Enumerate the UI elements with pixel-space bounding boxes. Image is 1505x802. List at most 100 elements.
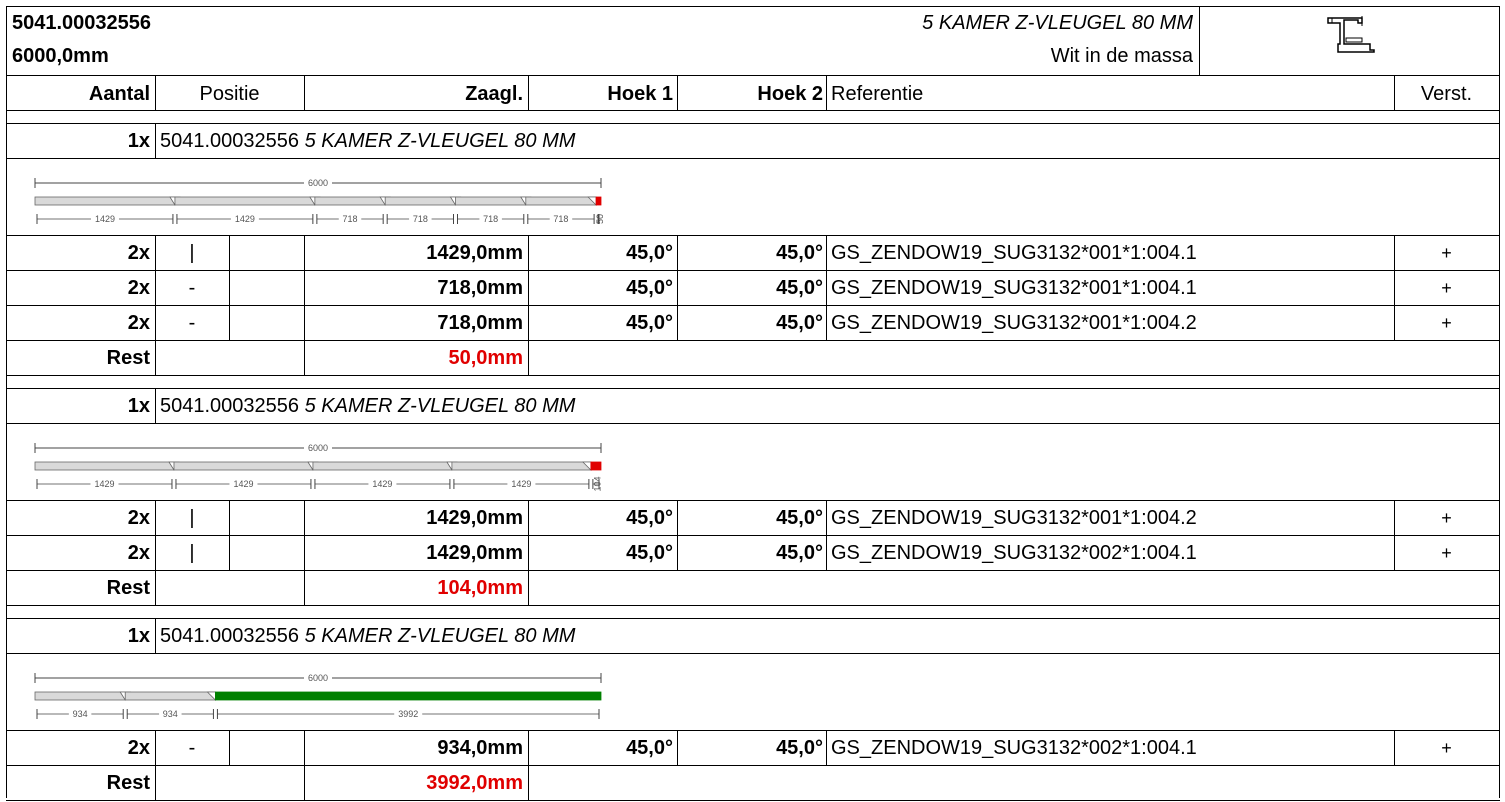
row-zaaglengte: 718,0mm [437,312,523,334]
row-referentie: GS_ZENDOW19_SUG3132*001*1:004.1 [831,277,1197,299]
profile-color: Wit in de massa [1050,45,1193,67]
row-positie: - [188,737,196,759]
row-referentie: GS_ZENDOW19_SUG3132*002*1:004.1 [831,542,1197,564]
article-number: 5041.00032556 [12,12,152,34]
bar-article: 5041.00032556 [160,130,300,152]
bar-profile-label: 5041.00032556 5 KAMER Z-VLEUGEL 80 MM [160,624,575,648]
bar-segment-cut [455,196,527,206]
row-aantal: 2x [127,737,150,759]
row-positie: - [188,312,196,334]
rest-label: Rest [106,347,150,369]
row-verst: + [1441,278,1452,298]
bar-segment-waste [595,196,602,206]
bar-profile-label: 5041.00032556 5 KAMER Z-VLEUGEL 80 MM [160,394,575,418]
col-hoek2: Hoek 2 [757,83,823,105]
row-positie: - [188,277,196,299]
segment-length-label: 718 [483,214,498,224]
rest-value: 104,0mm [437,577,523,599]
row-zaaglengte: 1429,0mm [426,507,523,529]
segment-length-label: 104 [592,476,602,491]
total-length-label: 6000 [308,178,328,188]
col-hoek1: Hoek 1 [607,83,673,105]
bar-count: 1x [127,130,150,152]
col-positie: Positie [199,83,260,105]
row-zaaglengte: 718,0mm [437,277,523,299]
bar-segment-rest [215,691,602,701]
row-aantal: 2x [127,312,150,334]
segment-length-label: 718 [553,214,568,224]
row-aantal: 2x [127,507,150,529]
row-zaaglengte: 934,0mm [437,737,523,759]
row-referentie: GS_ZENDOW19_SUG3132*001*1:004.2 [831,312,1197,334]
col-verst: Verst. [1420,83,1473,105]
rest-label: Rest [106,577,150,599]
cutting-diagram: 6000 1429 1429 718 718 718 718 50 [34,178,605,224]
row-hoek1: 45,0° [626,737,673,759]
row-hoek2: 45,0° [776,242,823,264]
segment-length-label: 1429 [95,214,115,224]
bar-count: 1x [127,395,150,417]
row-hoek2: 45,0° [776,542,823,564]
row-hoek2: 45,0° [776,737,823,759]
row-verst: + [1441,543,1452,563]
segment-length-label: 718 [343,214,358,224]
cutting-diagram: 6000 1429 1429 1429 1429 104 [34,443,602,492]
col-zaaglengte: Zaagl. [465,83,523,105]
row-hoek2: 45,0° [776,277,823,299]
bar-article: 5041.00032556 [160,395,300,417]
bar-article: 5041.00032556 [160,625,300,647]
bar-segment-cut [451,461,592,471]
segment-length-label: 1429 [372,479,392,489]
rest-value: 3992,0mm [426,772,523,794]
bar-segment-cut [314,196,386,206]
bar-count: 1x [127,625,150,647]
row-hoek1: 45,0° [626,542,673,564]
total-length-label: 6000 [308,443,328,453]
row-referentie: GS_ZENDOW19_SUG3132*002*1:004.1 [831,737,1197,759]
total-length-label: 6000 [308,673,328,683]
segment-length-label: 934 [163,709,178,719]
profile-name: 5 KAMER Z-VLEUGEL 80 MM [922,12,1193,34]
bar-profile-name: 5 KAMER Z-VLEUGEL 80 MM [304,395,576,417]
row-verst: + [1441,313,1452,333]
bar-segment-cut [312,461,453,471]
row-zaaglengte: 1429,0mm [426,542,523,564]
bar-segment-cut [34,461,175,471]
row-hoek1: 45,0° [626,242,673,264]
segment-length-label: 718 [413,214,428,224]
segment-length-label: 1429 [235,214,255,224]
bar-segment-waste [590,461,602,471]
row-hoek2: 45,0° [776,312,823,334]
bar-profile-label: 5041.00032556 5 KAMER Z-VLEUGEL 80 MM [160,129,575,153]
row-aantal: 2x [127,542,150,564]
row-aantal: 2x [127,242,150,264]
bar-segment-cut [34,196,176,206]
bar-segment-cut [34,691,126,701]
segment-length-label: 1429 [233,479,253,489]
bar-profile-name: 5 KAMER Z-VLEUGEL 80 MM [304,130,576,152]
row-verst: + [1441,508,1452,528]
rest-value: 50,0mm [448,347,524,369]
bar-segment-cut [174,196,316,206]
row-positie: | [189,542,195,564]
bar-length: 6000,0mm [12,45,109,67]
row-hoek1: 45,0° [626,507,673,529]
segment-length-label: 1429 [511,479,531,489]
segment-length-label: 934 [73,709,88,719]
row-verst: + [1441,243,1452,263]
row-verst: + [1441,738,1452,758]
row-referentie: GS_ZENDOW19_SUG3132*001*1:004.2 [831,507,1197,529]
row-referentie: GS_ZENDOW19_SUG3132*001*1:004.1 [831,242,1197,264]
bar-segment-cut [384,196,456,206]
col-referentie: Referentie [831,83,924,105]
row-positie: | [189,242,195,264]
z-profile-section-icon [1327,16,1375,53]
bar-profile-name: 5 KAMER Z-VLEUGEL 80 MM [304,625,576,647]
segment-length-label: 50 [595,214,605,224]
row-zaaglengte: 1429,0mm [426,242,523,264]
col-aantal: Aantal [88,83,150,105]
segment-length-label: 3992 [398,709,418,719]
row-hoek2: 45,0° [776,507,823,529]
bar-segment-cut [525,196,597,206]
rest-label: Rest [106,772,150,794]
